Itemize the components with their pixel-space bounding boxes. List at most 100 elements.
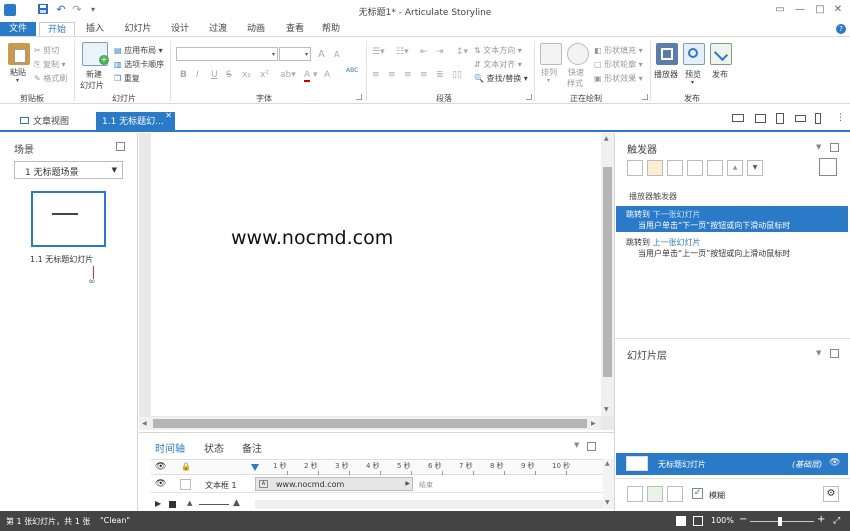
edit-trigger-icon[interactable]: [647, 160, 663, 176]
text-highlight-icon[interactable]: ab▾: [280, 70, 296, 80]
publish-icon[interactable]: [710, 43, 732, 65]
view-options-icon[interactable]: ⋮: [836, 113, 845, 123]
delete-layer-icon[interactable]: [667, 486, 683, 502]
timeline-row[interactable]: 👁 文本框 1 A www.nocmd.com ▶ 结束: [151, 476, 603, 493]
fit-to-window-icon[interactable]: [676, 516, 686, 526]
columns-icon[interactable]: ▯▯: [452, 70, 462, 80]
maximize-button[interactable]: □: [812, 3, 828, 17]
tab-order-button[interactable]: ▥ 选项卡顺序: [114, 59, 164, 70]
paste-dropdown-icon[interactable]: ▾: [16, 77, 19, 84]
visibility-all-icon[interactable]: 👁: [155, 462, 166, 472]
tab-file[interactable]: 文件: [0, 22, 36, 36]
text-direction-button[interactable]: ⇅ 文本方向 ▾: [474, 45, 522, 56]
line-spacing-icon[interactable]: ↕▾: [456, 47, 468, 57]
slide-thumbnail[interactable]: [31, 191, 106, 247]
zoom-in-icon[interactable]: ▲: [233, 498, 240, 508]
quick-styles-button[interactable]: 快速: [568, 67, 584, 78]
player-icon[interactable]: [656, 43, 678, 65]
text-align-button[interactable]: ⇵ 文本对齐 ▾: [474, 59, 522, 70]
row-lock-checkbox[interactable]: [180, 479, 191, 490]
align-left-icon[interactable]: ≡: [372, 70, 380, 80]
collapse-icon[interactable]: ▼: [816, 349, 821, 357]
italic-button[interactable]: I: [196, 70, 199, 80]
font-dialog-launcher-icon[interactable]: [356, 94, 362, 100]
scroll-left-icon[interactable]: ◀: [142, 420, 147, 427]
tablet-portrait-icon[interactable]: [776, 113, 784, 124]
distribute-icon[interactable]: ≣: [436, 70, 444, 80]
zoom-slider-thumb[interactable]: [778, 517, 782, 526]
horizontal-scroll-thumb[interactable]: [153, 419, 587, 428]
trigger-target-link[interactable]: 上一张幻灯片: [653, 238, 701, 247]
apply-layout-button[interactable]: ▤ 应用布局 ▾: [114, 45, 163, 56]
scroll-down-icon[interactable]: ▼: [604, 406, 609, 413]
tab-design[interactable]: 设计: [165, 22, 195, 36]
restore-ribbon-icon[interactable]: ▭: [772, 3, 788, 17]
move-down-icon[interactable]: ▼: [747, 160, 763, 176]
slide-canvas[interactable]: www.nocmd.com: [151, 133, 601, 416]
font-size-combo[interactable]: ▾: [279, 47, 311, 61]
bold-button[interactable]: B: [180, 70, 187, 80]
tab-insert[interactable]: 插入: [80, 22, 110, 36]
numbering-icon[interactable]: ☷▾: [396, 47, 409, 57]
underline-button[interactable]: U: [211, 70, 218, 80]
layer-settings-icon[interactable]: ⚙: [823, 486, 839, 502]
vertical-scroll-thumb[interactable]: [603, 167, 612, 377]
fit-page-icon[interactable]: ⤢: [833, 516, 840, 526]
preview-icon[interactable]: [683, 43, 705, 65]
tab-states[interactable]: 状态: [204, 440, 224, 455]
zoom-out-icon[interactable]: ▲: [187, 499, 192, 507]
new-slide-icon[interactable]: +: [82, 42, 109, 66]
row-object-bar[interactable]: A www.nocmd.com ▶: [255, 477, 413, 491]
scroll-down-icon[interactable]: ▼: [605, 499, 610, 506]
publish-button[interactable]: 发布: [712, 69, 728, 80]
tab-help[interactable]: 帮助: [316, 22, 346, 36]
arrange-dropdown-icon[interactable]: ▾: [547, 77, 550, 84]
collapse-icon[interactable]: ▼: [574, 441, 579, 449]
shape-outline-button[interactable]: ▢ 形状轮廓 ▾: [594, 59, 643, 70]
copy-trigger-icon[interactable]: [667, 160, 683, 176]
tab-animations[interactable]: 动画: [241, 22, 271, 36]
timeline-zoom-slider[interactable]: [199, 504, 229, 505]
zoom-slider-track[interactable]: [750, 521, 814, 522]
font-color-button[interactable]: A ▾: [304, 70, 318, 82]
new-slide-button[interactable]: 新建: [86, 69, 102, 80]
close-button[interactable]: ✕: [830, 3, 846, 17]
grid-view-icon[interactable]: [693, 516, 703, 526]
shrink-font-icon[interactable]: A: [334, 50, 339, 59]
font-family-combo[interactable]: ▾: [176, 47, 278, 61]
trigger-target-link[interactable]: 下一张幻灯片: [653, 210, 701, 219]
lock-all-icon[interactable]: 🔒: [181, 462, 191, 471]
trigger-item-next[interactable]: 跳转到 下一张幻灯片 当用户单击“下一页”按钮或向下滑动鼠标时: [616, 206, 848, 232]
superscript-icon[interactable]: x²: [260, 70, 269, 80]
new-trigger-icon[interactable]: [627, 160, 643, 176]
cut-button[interactable]: ✂ 剪切: [34, 45, 59, 56]
trigger-item-previous[interactable]: 跳转到 上一张幻灯片 当用户单击“上一页”按钮或向上滑动鼠标时: [616, 234, 848, 260]
tab-view[interactable]: 查看: [280, 22, 310, 36]
shape-effects-button[interactable]: ▣ 形状效果 ▾: [594, 73, 643, 84]
shape-fill-button[interactable]: ◧ 形状填充 ▾: [594, 45, 643, 56]
duplicate-button[interactable]: ❐ 重复: [114, 73, 140, 84]
find-replace-button[interactable]: 🔍 查找/替换 ▾: [474, 73, 528, 84]
preview-dropdown-icon[interactable]: ▾: [691, 79, 694, 86]
align-right-icon[interactable]: ≡: [404, 70, 412, 80]
move-up-icon[interactable]: ▲: [727, 160, 743, 176]
paste-trigger-icon[interactable]: [687, 160, 703, 176]
dim-checkbox[interactable]: ✓: [692, 488, 703, 499]
desktop-preview-icon[interactable]: [732, 114, 744, 122]
player-button[interactable]: 播放器: [654, 69, 678, 80]
tab-notes[interactable]: 备注: [242, 440, 262, 455]
close-tab-icon[interactable]: ✕: [165, 106, 172, 126]
scroll-right-icon[interactable]: ▶: [591, 420, 596, 427]
panel-float-icon[interactable]: [587, 442, 596, 451]
phone-landscape-icon[interactable]: [795, 115, 806, 122]
panel-float-icon[interactable]: [116, 142, 125, 151]
scroll-up-icon[interactable]: ▲: [604, 135, 609, 142]
quick-styles-icon[interactable]: [567, 43, 589, 65]
tablet-landscape-icon[interactable]: [755, 114, 766, 123]
panel-float-icon[interactable]: [830, 143, 839, 152]
zoom-in-button[interactable]: +: [817, 514, 825, 525]
play-icon[interactable]: ▶: [155, 499, 161, 508]
collapse-icon[interactable]: ▼: [816, 143, 821, 151]
tab-transitions[interactable]: 过渡: [203, 22, 233, 36]
decrease-indent-icon[interactable]: ⇤: [420, 47, 428, 57]
